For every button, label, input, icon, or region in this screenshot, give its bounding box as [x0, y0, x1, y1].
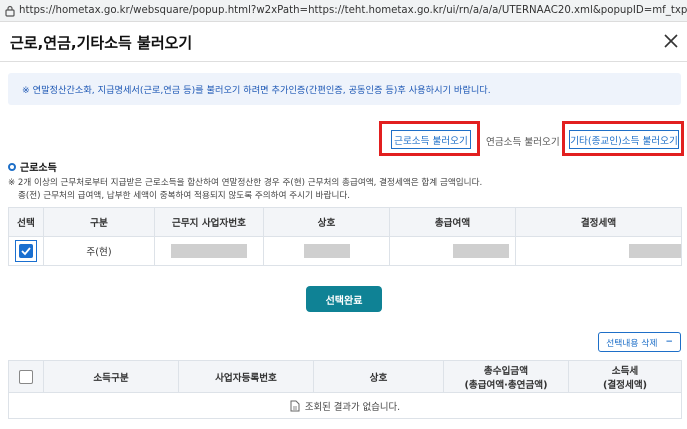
row-business-no [154, 236, 264, 266]
total-income-line2: (총급여액·총연금액) [464, 379, 548, 391]
section-earned-income: 근로소득 [8, 159, 57, 174]
delete-selected-button[interactable]: 선택내용 삭제 − [598, 332, 681, 352]
table-row[interactable]: 주(현) [8, 236, 682, 266]
result-table: 소득구분 사업자등록번호 상호 총수입금액 (총급여액·총연금액) 소득세 (결… [8, 360, 682, 419]
select-all-checkbox[interactable] [19, 369, 33, 384]
description-line-1: ※ 2개 이상의 근무처로부터 지급받은 근로소득을 합산하여 연말정산한 경우… [8, 178, 483, 188]
close-icon[interactable] [661, 31, 681, 51]
col-header-total-income: 총수입금액 (총급여액·총연금액) [443, 360, 569, 393]
earned-income-table: 선택 구분 근무지 사업자번호 상호 총급여액 결정세액 주(현) [8, 207, 682, 266]
empty-row: 조회된 결과가 없습니다. [8, 392, 682, 419]
row-select-cell[interactable] [8, 236, 44, 266]
row-category: 주(현) [43, 236, 155, 266]
col-header-category: 구분 [43, 207, 155, 237]
row-tax [515, 236, 682, 266]
empty-message-wrap: 조회된 결과가 없습니다. [9, 399, 681, 413]
select-done-button[interactable]: 선택완료 [306, 286, 382, 312]
row-checkbox[interactable] [19, 244, 33, 258]
col-header-income-type: 소득구분 [43, 360, 179, 393]
col-header-company: 상호 [263, 207, 390, 237]
description-line-2: 종(전) 근무처의 급여액, 납부한 세액이 중복하여 적용되지 않도록 주의하… [18, 191, 351, 201]
col-header-total-salary: 총급여액 [389, 207, 516, 237]
section-title: 근로소득 [20, 163, 57, 174]
section-description: ※ 2개 이상의 근무처로부터 지급받은 근로소득을 합산하여 연말정산한 경우… [8, 177, 482, 203]
row-total-salary [389, 236, 516, 266]
income-tax-line2: (결정세액) [602, 379, 648, 391]
income-tax-line1: 소득세 [611, 365, 639, 377]
redacted-company [303, 244, 350, 258]
row-company [263, 236, 390, 266]
load-pension-income-button[interactable]: 연금소득 불러오기 [486, 134, 560, 148]
notice-box: ※ 연말정산간소화, 지급명세서(근로,연금 등)를 불러오기 하려면 추가인증… [8, 73, 681, 105]
site-info-icon[interactable] [4, 4, 16, 18]
bullet-icon [8, 162, 16, 171]
col-header-company: 상호 [313, 360, 444, 393]
redacted-tax [629, 244, 681, 258]
delete-selected-label: 선택내용 삭제 [606, 338, 658, 349]
col-header-business-no: 근무지 사업자번호 [154, 207, 264, 237]
redacted-total-salary [453, 244, 509, 258]
col-header-registration-no: 사업자등록번호 [178, 360, 314, 393]
empty-message: 조회된 결과가 없습니다. [304, 401, 401, 413]
browser-address-bar[interactable]: https://hometax.go.kr/websquare/popup.ht… [0, 0, 687, 22]
document-icon [290, 400, 300, 411]
notice-text: ※ 연말정산간소화, 지급명세서(근로,연금 등)를 불러오기 하려면 추가인증… [22, 85, 491, 96]
address-url[interactable]: https://hometax.go.kr/websquare/popup.ht… [19, 5, 687, 16]
col-header-select-all[interactable] [8, 360, 44, 393]
total-income-line1: 총수입금액 [483, 365, 529, 377]
row-checkbox-focus[interactable] [15, 240, 37, 262]
minus-icon: − [665, 337, 673, 347]
col-header-tax: 결정세액 [515, 207, 682, 237]
load-other-income-button[interactable]: 기타(종교인)소득 불러오기 [569, 130, 679, 149]
col-header-select: 선택 [8, 207, 44, 237]
dialog-header: 근로,연금,기타소득 불러오기 [0, 22, 687, 62]
col-header-income-tax: 소득세 (결정세액) [568, 360, 682, 393]
dialog-title: 근로,연금,기타소득 불러오기 [10, 34, 193, 52]
load-earned-income-button[interactable]: 근로소득 불러오기 [391, 130, 471, 149]
redacted-business-no [171, 244, 247, 258]
check-icon [21, 247, 31, 256]
